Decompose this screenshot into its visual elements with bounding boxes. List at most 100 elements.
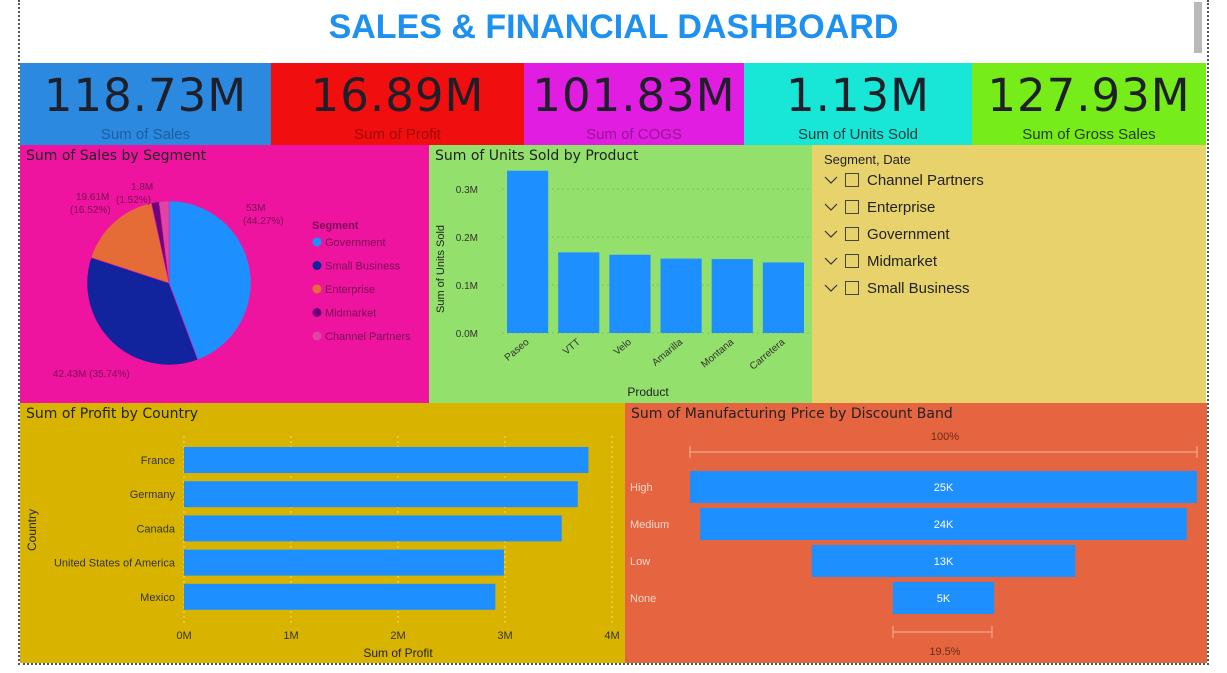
legend-item-enterprise[interactable]: Enterprise bbox=[325, 284, 375, 296]
legend-title: Segment bbox=[312, 220, 359, 232]
kpi-value: 127.93M bbox=[987, 69, 1191, 122]
pie-chart-canvas: 53M (44.27%) 42.43M (35.74%) 19.61M (16.… bbox=[53, 182, 411, 380]
profit-by-country-panel[interactable]: Sum of Profit by Country 0M 1M 2M 3M 4M Fran… bbox=[20, 403, 625, 663]
kpi-value: 16.89M bbox=[310, 69, 485, 122]
bar-velo[interactable] bbox=[609, 254, 651, 333]
funnel-value-label: 25K bbox=[934, 482, 954, 494]
y-tick-label: 0.0M bbox=[456, 329, 478, 340]
funnel-chart-canvas: 100% High 25K Medium 24K Low 13K None 5K 19.5% bbox=[630, 431, 1198, 658]
legend-item-midmarket[interactable]: Midmarket bbox=[325, 308, 376, 320]
legend-marker-midmarket bbox=[312, 308, 322, 317]
funnel-bottom-percent: 19.5% bbox=[929, 646, 960, 658]
y-axis-title: Sum of Units Sold bbox=[435, 225, 447, 313]
chevron-down-icon[interactable] bbox=[824, 200, 838, 214]
x-tick-label: Velo bbox=[612, 337, 634, 358]
kpi-card-profit[interactable]: 16.89M Sum of Profit bbox=[271, 63, 524, 145]
legend-item-channel-partners[interactable]: Channel Partners bbox=[325, 331, 411, 343]
kpi-card-sales[interactable]: 118.73M Sum of Sales bbox=[20, 63, 271, 145]
pie-data-label-enterprise: 19.61M bbox=[76, 192, 109, 203]
bar-mexico[interactable] bbox=[184, 583, 496, 610]
legend-marker-enterprise bbox=[312, 284, 322, 294]
checkbox[interactable] bbox=[845, 227, 859, 241]
y-tick-label: United States of America bbox=[54, 558, 176, 570]
x-tick-label: 4M bbox=[604, 630, 619, 642]
x-tick-label: Paseo bbox=[503, 337, 532, 364]
sales-by-segment-panel[interactable]: Sum of Sales by Segment 53M (44.27%) 42.… bbox=[20, 145, 429, 403]
manufacturing-price-by-discount-panel[interactable]: Sum of Manufacturing Price by Discount B… bbox=[625, 403, 1207, 663]
x-tick-label: 2M bbox=[390, 630, 405, 642]
slicer-item-label: Midmarket bbox=[867, 252, 938, 270]
funnel-value-label: 24K bbox=[934, 519, 954, 531]
segment-date-slicer[interactable]: Segment, Date Channel Partners Enterpris… bbox=[812, 145, 1206, 403]
bar-vtt[interactable] bbox=[558, 252, 600, 333]
checkbox[interactable] bbox=[845, 254, 859, 268]
x-tick-label: Amarilla bbox=[650, 337, 685, 369]
slicer-item-label: Enterprise bbox=[867, 198, 936, 216]
y-tick-label: 0.2M bbox=[456, 233, 478, 244]
funnel-category-label: None bbox=[630, 593, 656, 605]
pie-data-label-government-pct: (44.27%) bbox=[243, 216, 284, 227]
chevron-down-icon[interactable] bbox=[824, 281, 838, 295]
y-axis-title: Country bbox=[25, 509, 39, 551]
slicer-item-channel-partners[interactable]: Channel Partners bbox=[824, 169, 984, 191]
slicer-item-enterprise[interactable]: Enterprise bbox=[824, 196, 935, 218]
funnel-category-label: Low bbox=[630, 556, 650, 568]
pie-data-label-government: 53M bbox=[246, 203, 265, 214]
x-axis-title: Product bbox=[627, 385, 669, 399]
bar-germany[interactable] bbox=[184, 481, 578, 508]
checkbox[interactable] bbox=[845, 281, 859, 295]
kpi-card-gross-sales[interactable]: 127.93M Sum of Gross Sales bbox=[972, 63, 1206, 145]
slicer-item-label: Government bbox=[867, 225, 950, 243]
kpi-value: 101.83M bbox=[532, 69, 736, 122]
y-tick-label: Germany bbox=[130, 489, 176, 501]
bar-paseo[interactable] bbox=[507, 170, 549, 333]
bar-united-states-of-america[interactable] bbox=[184, 549, 504, 576]
slicer-item-government[interactable]: Government bbox=[824, 223, 950, 245]
slicer-item-midmarket[interactable]: Midmarket bbox=[824, 250, 937, 272]
kpi-label: Sum of Gross Sales bbox=[1022, 126, 1156, 143]
bar-carretera[interactable] bbox=[762, 262, 804, 333]
column-chart-canvas: 0.0M 0.1M 0.2M 0.3M Paseo VTT Velo Amarilla Mon… bbox=[435, 170, 809, 399]
legend-item-small-business[interactable]: Small Business bbox=[325, 261, 401, 273]
chevron-down-icon[interactable] bbox=[824, 173, 838, 187]
funnel-category-label: High bbox=[630, 482, 653, 494]
pie-data-label-small-business: 42.43M (35.74%) bbox=[53, 369, 130, 380]
chevron-down-icon[interactable] bbox=[824, 227, 838, 241]
y-tick-label: 0.1M bbox=[456, 281, 478, 292]
bar-canada[interactable] bbox=[184, 515, 562, 542]
kpi-card-units-sold[interactable]: 1.13M Sum of Units Sold bbox=[744, 63, 972, 145]
y-tick-label: Mexico bbox=[140, 592, 175, 604]
page-title: SALES & FINANCIAL DASHBOARD bbox=[328, 8, 899, 46]
funnel-category-label: Medium bbox=[630, 519, 669, 531]
pie-data-label-midmarket: 1.8M bbox=[131, 182, 153, 193]
units-by-product-panel[interactable]: Sum of Units Sold by Product 0.0M 0.1M 0.2… bbox=[429, 145, 812, 403]
checkbox[interactable] bbox=[845, 200, 859, 214]
kpi-value: 118.73M bbox=[43, 69, 248, 122]
kpi-value: 1.13M bbox=[785, 69, 931, 122]
bar-amarilla[interactable] bbox=[660, 258, 702, 333]
bar-chart-canvas: 0M 1M 2M 3M 4M France Germany Canada United Sta… bbox=[25, 436, 620, 660]
checkbox[interactable] bbox=[845, 173, 859, 187]
legend-marker-small-business bbox=[312, 261, 322, 270]
kpi-label: Sum of COGS bbox=[586, 126, 682, 143]
kpi-label: Sum of Profit bbox=[354, 126, 441, 143]
y-tick-label: France bbox=[141, 455, 175, 467]
x-tick-label: VTT bbox=[561, 337, 583, 358]
slicer-header: Segment, Date bbox=[824, 152, 911, 167]
legend-marker-government bbox=[312, 237, 322, 247]
x-tick-label: Carretera bbox=[748, 337, 788, 373]
x-tick-label: 0M bbox=[176, 630, 191, 642]
chevron-down-icon[interactable] bbox=[824, 254, 838, 268]
legend-item-government[interactable]: Government bbox=[325, 237, 386, 249]
y-tick-label: Canada bbox=[136, 523, 175, 535]
slicer-item-small-business[interactable]: Small Business bbox=[824, 277, 970, 299]
bar-montana[interactable] bbox=[711, 259, 753, 333]
x-tick-label: 3M bbox=[497, 630, 512, 642]
legend-marker-channel-partners bbox=[312, 331, 322, 341]
y-tick-label: 0.3M bbox=[456, 185, 478, 196]
bar-france[interactable] bbox=[184, 447, 589, 473]
x-tick-label: Montana bbox=[699, 337, 736, 371]
kpi-card-cogs[interactable]: 101.83M Sum of COGS bbox=[524, 63, 744, 145]
pie-data-label-midmarket-pct: (1.52%) bbox=[116, 195, 151, 206]
funnel-top-percent: 100% bbox=[931, 431, 959, 443]
